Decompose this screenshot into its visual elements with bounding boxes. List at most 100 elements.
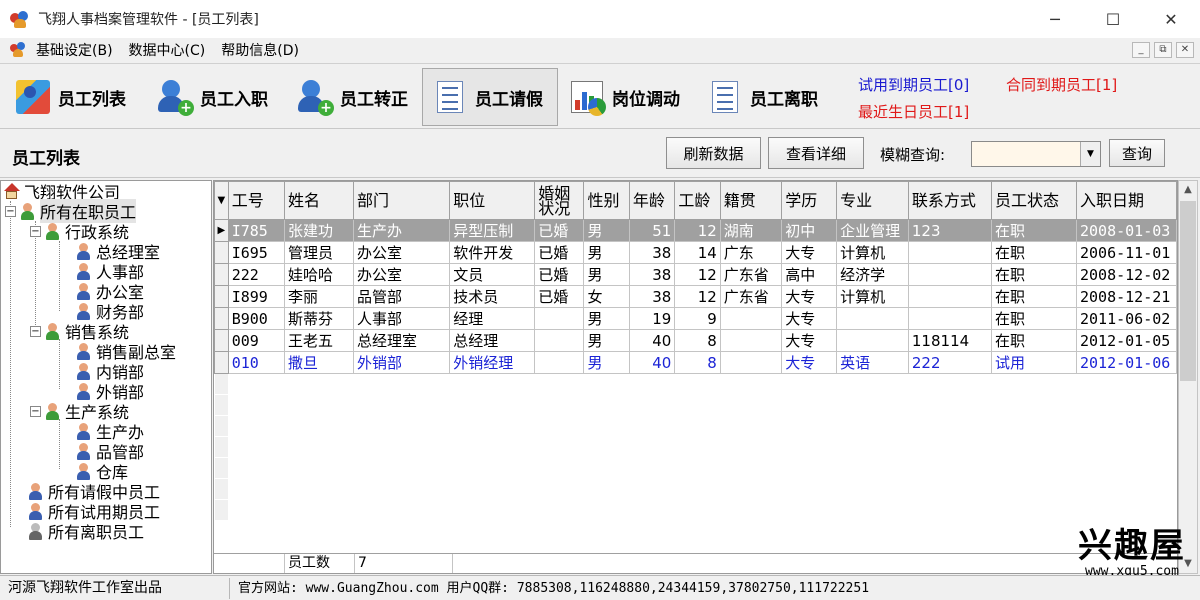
toolbar-transfer-button[interactable]: 岗位调动 [560,68,696,126]
cell-gender[interactable]: 男 [583,307,630,330]
cell-hire-date[interactable]: 2012-01-05 [1076,329,1177,352]
cell-contact[interactable]: 118114 [907,329,993,352]
tree-item-ceo-office[interactable]: 总经理室 [75,241,160,262]
cell-major[interactable]: 经济学 [836,263,909,286]
cell-emp-id[interactable]: 222 [227,263,285,286]
tree-item-hr[interactable]: 人事部 [75,261,144,282]
tree-item-finance[interactable]: 财务部 [75,301,144,322]
search-input[interactable] [972,142,1080,166]
cell-marital[interactable]: 已婚 [534,241,585,264]
cell-name[interactable]: 撒旦 [283,351,354,374]
cell-seniority[interactable]: 8 [674,329,721,352]
row-indicator[interactable] [214,263,229,286]
table-row[interactable]: B900 斯蒂芬 人事部 经理 男 19 9 大专 在职 2011-06-02 [214,307,1177,330]
view-detail-button[interactable]: 查看详细 [768,137,864,169]
mdi-close-button[interactable]: ✕ [1176,42,1194,58]
cell-department[interactable]: 生产办 [352,219,451,242]
table-row[interactable]: 009 王老五 总经理室 总经理 男 40 8 大专 118114 在职 2012-01-05 [214,329,1177,352]
contract-expiry-link[interactable]: 合同到期员工[1] [1006,74,1117,95]
probation-expiry-link[interactable]: 试用到期员工[0] [858,74,969,95]
query-button[interactable]: 查询 [1109,139,1165,167]
search-combo[interactable]: ▼ [971,141,1101,167]
cell-seniority[interactable]: 12 [674,219,721,242]
tree-group-production[interactable]: − 生产系统 [30,401,129,422]
cell-major[interactable]: 英语 [836,351,909,374]
column-header-hometown[interactable]: 籍贯 [719,181,783,220]
chevron-down-icon[interactable]: ▼ [1080,142,1100,166]
table-row[interactable]: I899 李丽 品管部 技术员 已婚女 38 12 广东省 大专 计算机 在职 2008-12-21 [214,285,1177,308]
close-button[interactable]: ✕ [1142,0,1200,38]
collapse-icon[interactable]: − [30,405,41,417]
toolbar-regularize-button[interactable]: + 员工转正 [288,68,422,126]
collapse-icon[interactable]: − [5,205,16,217]
cell-gender[interactable]: 男 [583,263,630,286]
cell-hire-date[interactable]: 2008-01-03 [1076,219,1177,242]
tree-all-active[interactable]: − 所有在职员工 [5,199,137,223]
tree-root[interactable]: 飞翔软件公司 [3,181,120,202]
cell-marital[interactable] [534,307,585,330]
cell-education[interactable]: 初中 [781,219,838,242]
cell-contact[interactable] [907,285,993,308]
toolbar-employee-list-button[interactable]: 员工列表 [6,68,154,126]
cell-major[interactable]: 计算机 [836,285,909,308]
table-row[interactable]: I695 管理员 办公室 软件开发 已婚男 38 14 广东 大专 计算机 在职 2006-11-01 [214,241,1177,264]
cell-major[interactable]: 企业管理 [836,219,909,242]
cell-major[interactable] [836,307,909,330]
scroll-thumb[interactable] [1180,201,1196,381]
column-header-hire-date[interactable]: 入职日期 [1076,181,1177,220]
cell-emp-id[interactable]: I695 [227,241,285,264]
cell-department[interactable]: 总经理室 [352,329,451,352]
cell-marital[interactable]: 已婚 [534,263,585,286]
tree-on-leave[interactable]: 所有请假中员工 [27,481,160,502]
cell-marital[interactable]: 已婚 [534,285,585,308]
cell-department[interactable]: 办公室 [352,263,451,286]
column-header-position[interactable]: 职位 [449,181,536,220]
column-header-gender[interactable]: 性别 [583,181,630,220]
menu-data-center[interactable]: 数据中心(C) [129,40,206,60]
cell-status[interactable]: 在职 [991,285,1077,308]
cell-hometown[interactable] [719,351,783,374]
tree-group-admin[interactable]: − 行政系统 [30,221,129,242]
cell-major[interactable]: 计算机 [836,241,909,264]
refresh-button[interactable]: 刷新数据 [666,137,761,169]
cell-name[interactable]: 管理员 [283,241,354,264]
cell-status[interactable]: 在职 [991,241,1077,264]
row-indicator[interactable] [214,285,229,308]
cell-age[interactable]: 51 [628,219,676,242]
tree-item-sales-vp[interactable]: 销售副总室 [75,341,176,362]
cell-contact[interactable]: 123 [907,219,993,242]
row-indicator[interactable] [214,241,229,264]
cell-status[interactable]: 在职 [991,263,1077,286]
cell-department[interactable]: 外销部 [352,351,451,374]
cell-age[interactable]: 38 [628,241,676,264]
tree-item-quality[interactable]: 品管部 [75,441,144,462]
cell-name[interactable]: 张建功 [283,219,354,242]
cell-position[interactable]: 异型压制 [449,219,536,242]
column-header-status[interactable]: 员工状态 [991,181,1077,220]
cell-hometown[interactable] [719,329,783,352]
toolbar-leave-button[interactable]: 员工请假 [422,68,558,126]
cell-gender[interactable]: 男 [583,329,630,352]
cell-hire-date[interactable]: 2011-06-02 [1076,307,1177,330]
cell-status[interactable]: 在职 [991,307,1077,330]
column-header-emp-id[interactable]: 工号 [227,181,285,220]
tree-item-warehouse[interactable]: 仓库 [75,461,128,482]
column-header-seniority[interactable]: 工龄 [674,181,721,220]
cell-marital[interactable]: 已婚 [534,219,585,242]
cell-department[interactable]: 办公室 [352,241,451,264]
cell-name[interactable]: 王老五 [283,329,354,352]
cell-emp-id[interactable]: 010 [227,351,285,374]
mdi-restore-button[interactable]: ⧉ [1154,42,1172,58]
cell-seniority[interactable]: 12 [674,263,721,286]
cell-department[interactable]: 品管部 [352,285,451,308]
column-header-education[interactable]: 学历 [781,181,838,220]
cell-status[interactable]: 在职 [991,219,1077,242]
cell-age[interactable]: 19 [628,307,676,330]
cell-age[interactable]: 38 [628,285,676,308]
cell-position[interactable]: 外销经理 [449,351,536,374]
row-indicator[interactable] [214,307,229,330]
tree-item-production-office[interactable]: 生产办 [75,421,144,442]
cell-education[interactable]: 大专 [781,307,838,330]
table-row[interactable]: ▶ I785 张建功 生产办 异型压制 已婚男 51 12 湖南 初中 企业管理 123 在职 2008-… [214,219,1177,242]
table-row[interactable]: 222 娃哈哈 办公室 文员 已婚男 38 12 广东省 高中 经济学 在职 2008-12-02 [214,263,1177,286]
